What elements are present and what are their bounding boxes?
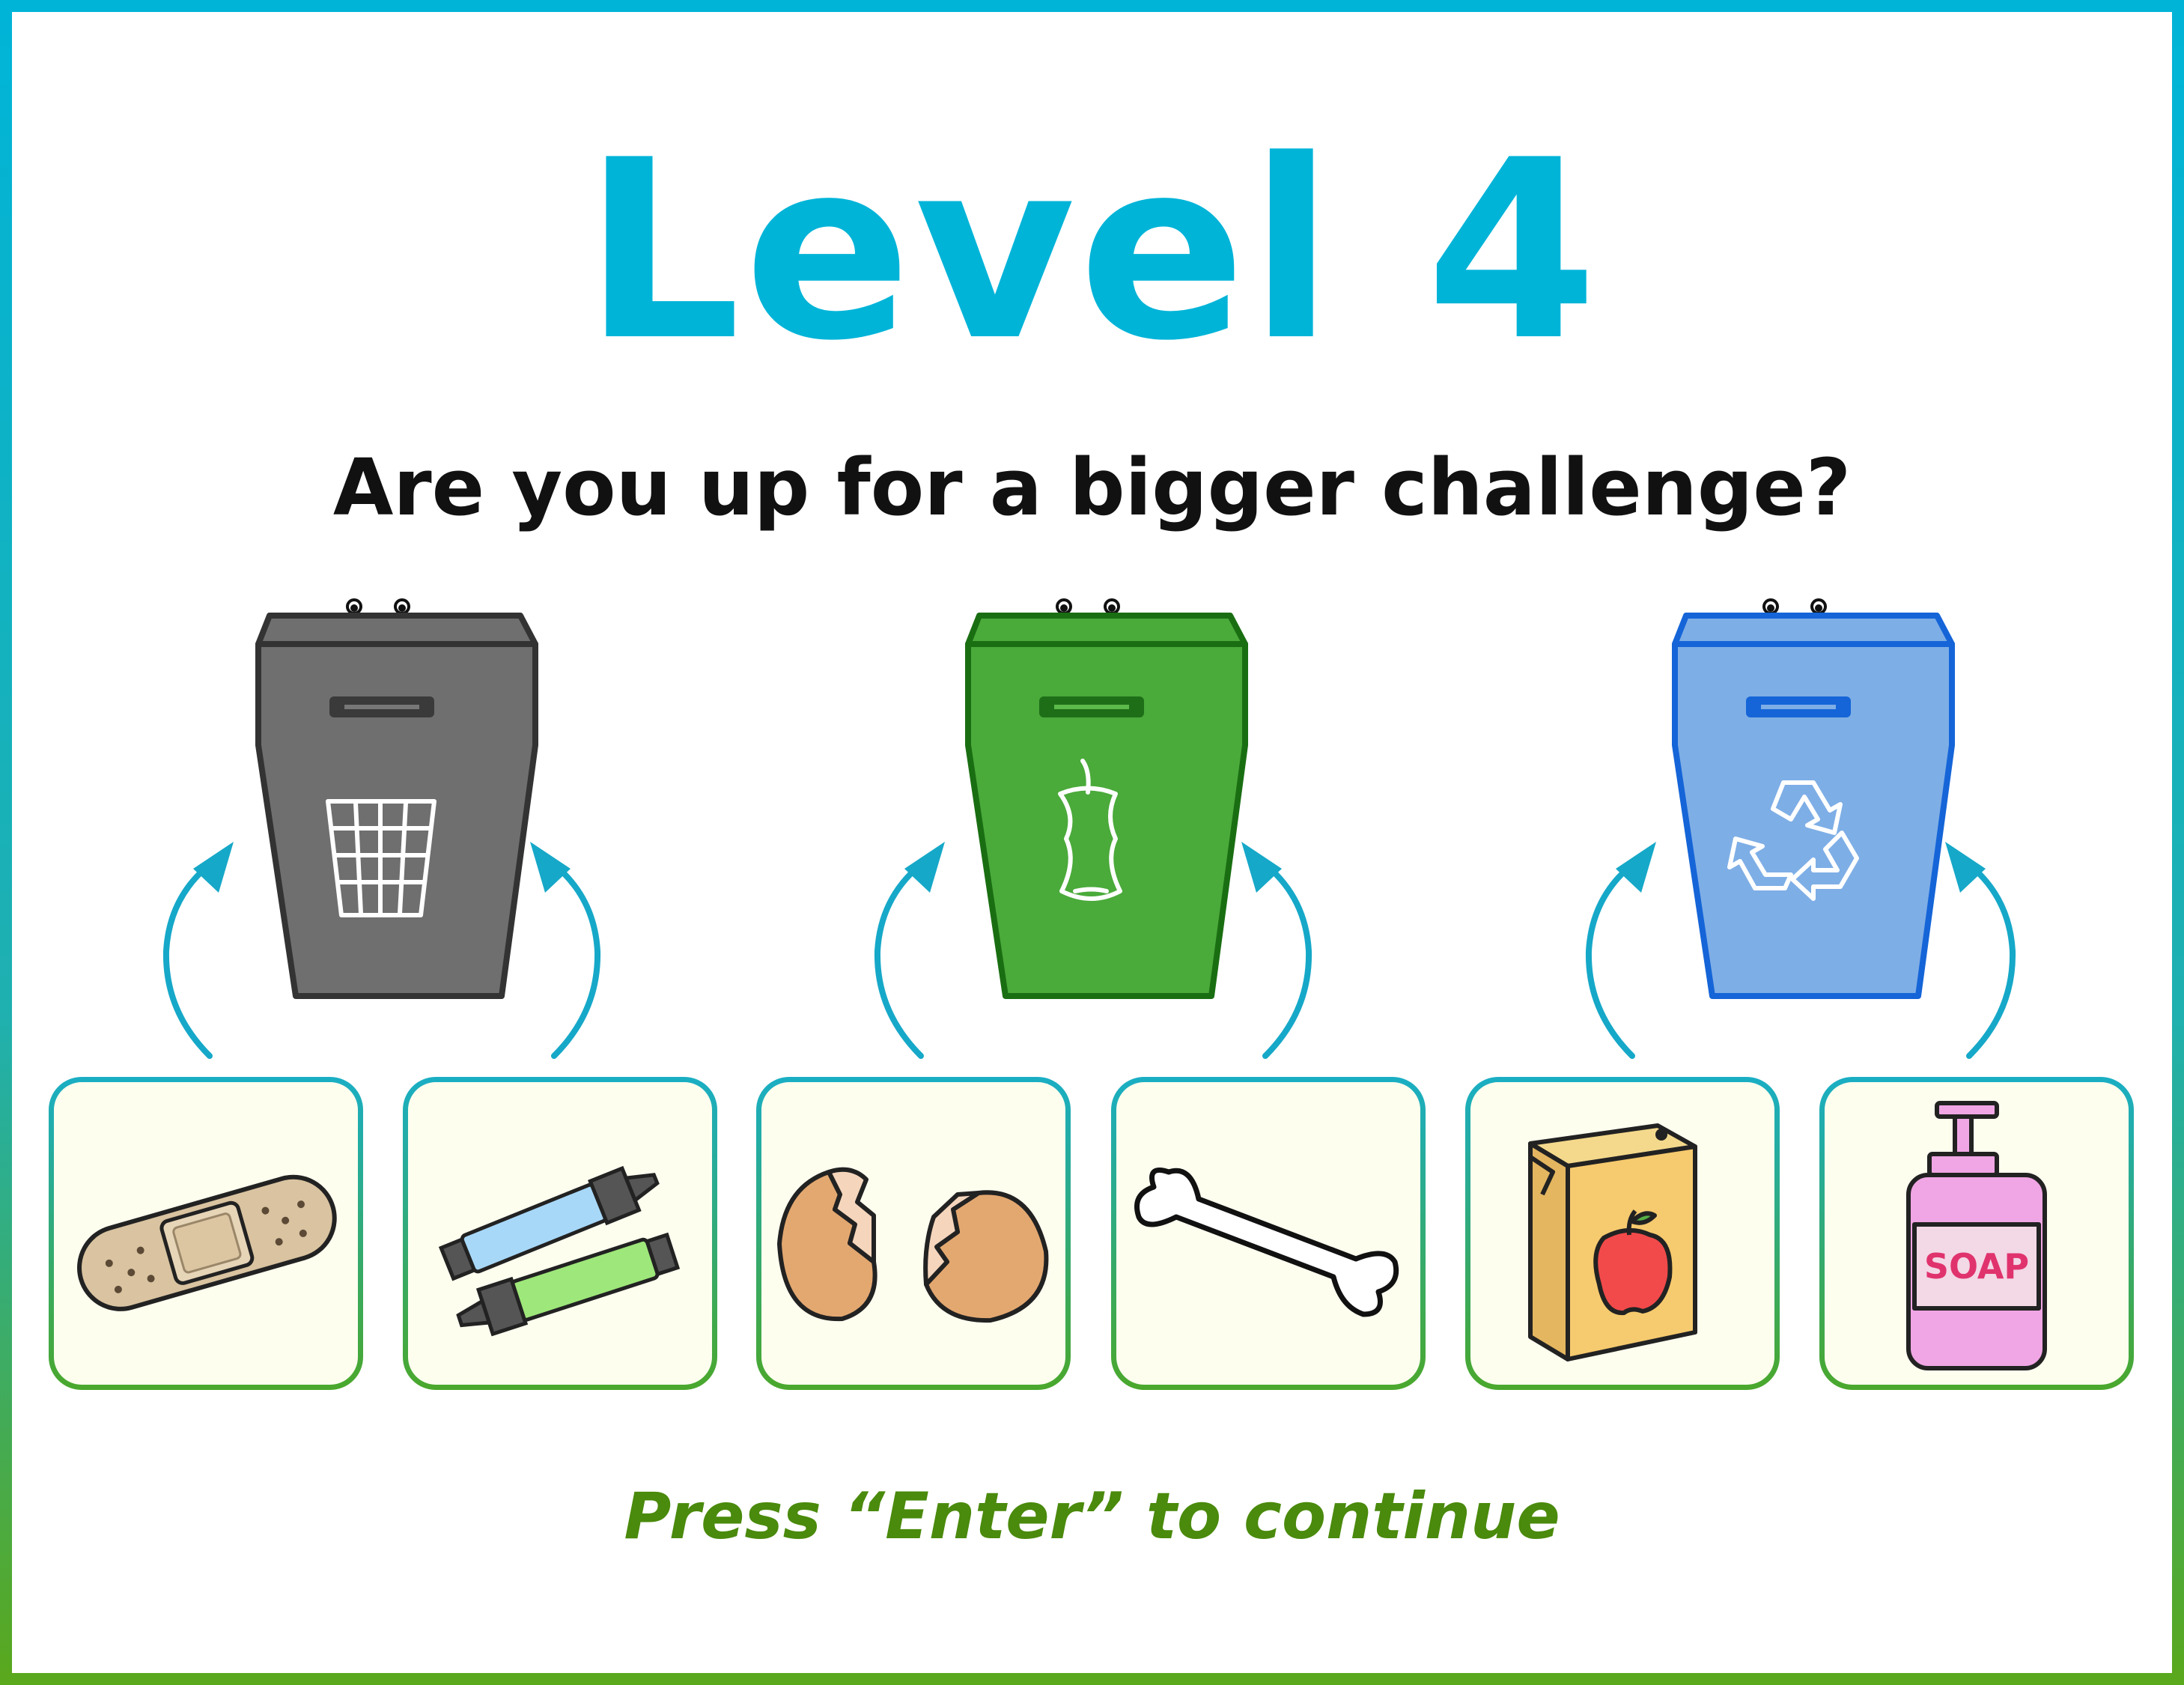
item-card-eggshells[interactable] xyxy=(756,1077,1071,1390)
continue-prompt: Press “Enter” to continue xyxy=(624,1479,1560,1554)
arrow-icon xyxy=(1939,831,2029,1071)
arrow-icon xyxy=(1235,831,1325,1071)
bandage-icon xyxy=(77,1174,337,1311)
juice-box-icon xyxy=(1528,1123,1697,1361)
eggshells-icon xyxy=(777,1167,1049,1323)
compost-bin xyxy=(957,592,1256,1011)
soap-bottle-icon xyxy=(1906,1101,2047,1370)
bone-icon xyxy=(1134,1168,1399,1317)
soap-label: SOAP xyxy=(1924,1246,2029,1287)
item-card-bone[interactable] xyxy=(1111,1077,1426,1390)
level-subtitle: Are you up for a bigger challenge? xyxy=(332,442,1852,533)
item-card-bandage[interactable] xyxy=(49,1077,363,1390)
arrow-icon xyxy=(150,831,240,1071)
level-title: Level 4 xyxy=(583,107,1601,395)
item-card-juice-box[interactable] xyxy=(1465,1077,1780,1390)
arrow-icon xyxy=(861,831,951,1071)
trash-bin xyxy=(247,592,547,1011)
arrow-icon xyxy=(1572,831,1662,1071)
item-card-soap[interactable]: SOAP xyxy=(1819,1077,2134,1390)
recycle-bin xyxy=(1664,592,1963,1011)
arrow-icon xyxy=(524,831,614,1071)
item-card-markers[interactable] xyxy=(403,1077,717,1390)
markers-icon xyxy=(438,1165,681,1337)
